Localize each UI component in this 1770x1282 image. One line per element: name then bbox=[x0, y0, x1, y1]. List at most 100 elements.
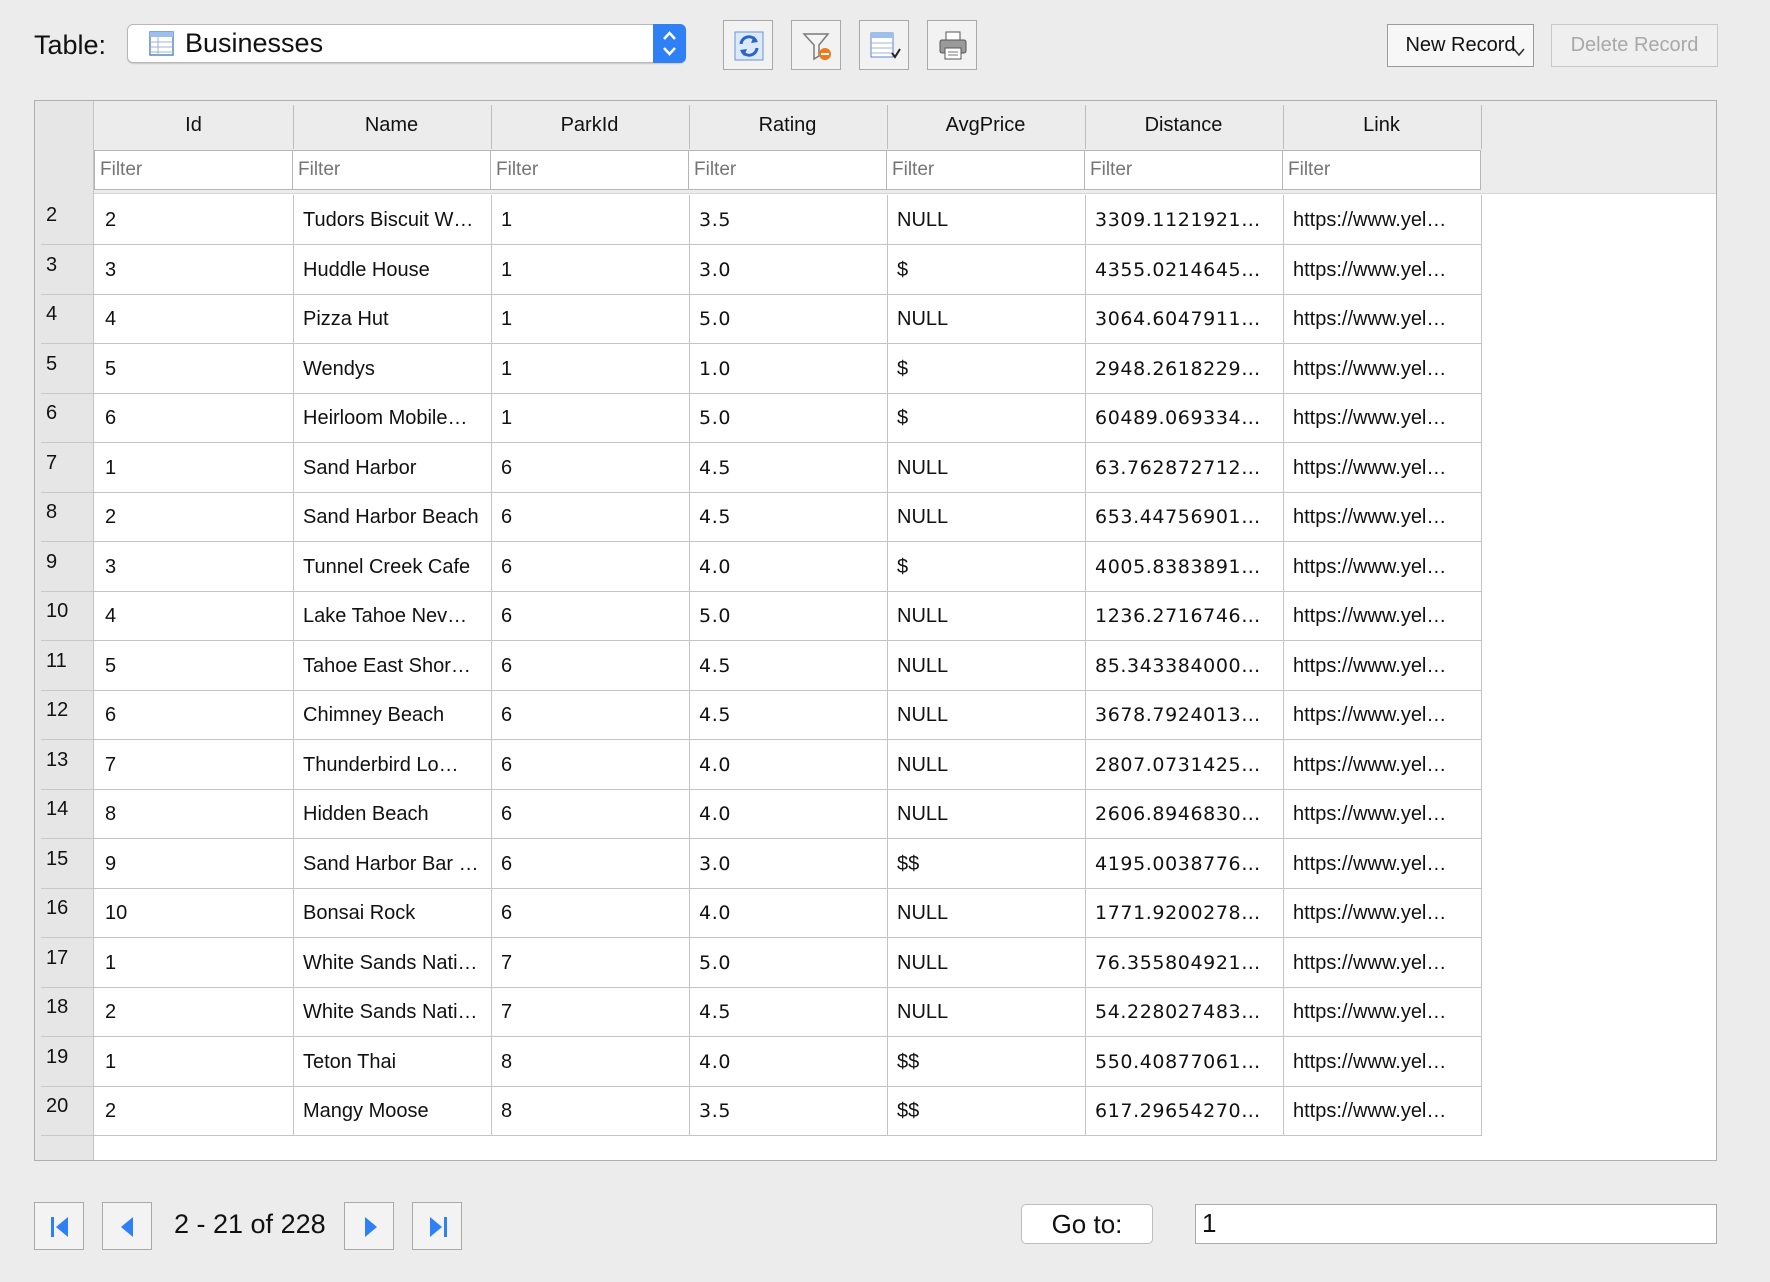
cell-name[interactable]: Tudors Biscuit W… bbox=[292, 195, 492, 245]
cell-park-id[interactable]: 6 bbox=[490, 492, 690, 542]
cell-avg-price[interactable]: NULL bbox=[886, 640, 1086, 691]
cell-link[interactable]: https://www.yel… bbox=[1282, 739, 1482, 790]
table-row[interactable]: 18 2 White Sands Nati… 7 4.5 NULL 54.228027483… bbox=[35, 987, 1716, 1037]
cell-avg-price[interactable]: NULL bbox=[886, 195, 1086, 245]
cell-rating[interactable]: 5.0 bbox=[688, 393, 888, 443]
cell-link[interactable]: https://www.yel… bbox=[1282, 640, 1482, 691]
cell-park-id[interactable]: 8 bbox=[490, 1036, 690, 1087]
cell-avg-price[interactable]: NULL bbox=[886, 987, 1086, 1037]
cell-name[interactable]: Bonsai Rock bbox=[292, 888, 492, 938]
cell-link[interactable]: https://www.yel… bbox=[1282, 1086, 1482, 1136]
cell-link[interactable]: https://www.yel… bbox=[1282, 195, 1482, 245]
cell-distance[interactable]: 617.29654270… bbox=[1084, 1086, 1284, 1136]
cell-distance[interactable]: 63.762872712… bbox=[1084, 442, 1284, 493]
cell-rating[interactable]: 4.0 bbox=[688, 789, 888, 839]
cell-rating[interactable]: 5.0 bbox=[688, 937, 888, 988]
column-header-avg-price[interactable]: AvgPrice bbox=[886, 105, 1086, 149]
cell-distance[interactable]: 3064.6047911… bbox=[1084, 294, 1284, 344]
cell-avg-price[interactable]: NULL bbox=[886, 739, 1086, 790]
select-stepper-icon[interactable] bbox=[653, 24, 686, 63]
table-row[interactable]: 16 10 Bonsai Rock 6 4.0 NULL 1771.9200278… http… bbox=[35, 888, 1716, 938]
cell-name[interactable]: White Sands Nati… bbox=[292, 987, 492, 1037]
cell-rating[interactable]: 4.5 bbox=[688, 492, 888, 542]
filter-input-rating[interactable] bbox=[688, 150, 887, 190]
table-row[interactable]: 7 1 Sand Harbor 6 4.5 NULL 63.762872712… https:… bbox=[35, 442, 1716, 493]
cell-link[interactable]: https://www.yel… bbox=[1282, 442, 1482, 493]
cell-name[interactable]: Teton Thai bbox=[292, 1036, 492, 1087]
cell-id[interactable]: 9 bbox=[94, 838, 294, 889]
cell-park-id[interactable]: 7 bbox=[490, 987, 690, 1037]
table-row[interactable]: 19 1 Teton Thai 8 4.0 $$ 550.40877061… https://… bbox=[35, 1036, 1716, 1087]
table-row[interactable]: 2 2 Tudors Biscuit W… 1 3.5 NULL 3309.1121921…… bbox=[35, 195, 1716, 245]
cell-park-id[interactable]: 1 bbox=[490, 393, 690, 443]
cell-id[interactable]: 1 bbox=[94, 937, 294, 988]
cell-id[interactable]: 2 bbox=[94, 1086, 294, 1136]
cell-id[interactable]: 6 bbox=[94, 690, 294, 740]
cell-name[interactable]: Thunderbird Lo… bbox=[292, 739, 492, 790]
cell-distance[interactable]: 4005.8383891… bbox=[1084, 541, 1284, 592]
column-header-rating[interactable]: Rating bbox=[688, 105, 888, 149]
table-select[interactable]: Businesses bbox=[127, 24, 686, 63]
cell-park-id[interactable]: 6 bbox=[490, 888, 690, 938]
cell-avg-price[interactable]: NULL bbox=[886, 690, 1086, 740]
cell-avg-price[interactable]: NULL bbox=[886, 492, 1086, 542]
cell-id[interactable]: 10 bbox=[94, 888, 294, 938]
cell-link[interactable]: https://www.yel… bbox=[1282, 294, 1482, 344]
cell-rating[interactable]: 4.5 bbox=[688, 442, 888, 493]
cell-distance[interactable]: 653.44756901… bbox=[1084, 492, 1284, 542]
cell-name[interactable]: Sand Harbor Bar … bbox=[292, 838, 492, 889]
cell-park-id[interactable]: 8 bbox=[490, 1086, 690, 1136]
previous-page-button[interactable] bbox=[102, 1202, 152, 1250]
cell-id[interactable]: 1 bbox=[94, 442, 294, 493]
cell-name[interactable]: White Sands Nati… bbox=[292, 937, 492, 988]
cell-rating[interactable]: 5.0 bbox=[688, 294, 888, 344]
filter-input-avg-price[interactable] bbox=[886, 150, 1085, 190]
cell-distance[interactable]: 2948.2618229… bbox=[1084, 343, 1284, 394]
column-header-distance[interactable]: Distance bbox=[1084, 105, 1284, 149]
cell-rating[interactable]: 4.0 bbox=[688, 1036, 888, 1087]
column-header-name[interactable]: Name bbox=[292, 105, 492, 149]
cell-distance[interactable]: 76.355804921… bbox=[1084, 937, 1284, 988]
cell-rating[interactable]: 3.5 bbox=[688, 195, 888, 245]
cell-id[interactable]: 7 bbox=[94, 739, 294, 790]
cell-avg-price[interactable]: $$ bbox=[886, 838, 1086, 889]
cell-distance[interactable]: 4355.0214645… bbox=[1084, 244, 1284, 295]
cell-rating[interactable]: 3.0 bbox=[688, 244, 888, 295]
cell-id[interactable]: 5 bbox=[94, 343, 294, 394]
first-page-button[interactable] bbox=[34, 1202, 84, 1250]
cell-link[interactable]: https://www.yel… bbox=[1282, 888, 1482, 938]
cell-rating[interactable]: 3.0 bbox=[688, 838, 888, 889]
filter-input-park-id[interactable] bbox=[490, 150, 689, 190]
cell-avg-price[interactable]: NULL bbox=[886, 789, 1086, 839]
cell-id[interactable]: 6 bbox=[94, 393, 294, 443]
column-header-park-id[interactable]: ParkId bbox=[490, 105, 690, 149]
cell-id[interactable]: 4 bbox=[94, 591, 294, 641]
cell-name[interactable]: Hidden Beach bbox=[292, 789, 492, 839]
cell-distance[interactable]: 1236.2716746… bbox=[1084, 591, 1284, 641]
clear-filter-button[interactable] bbox=[791, 20, 841, 70]
cell-name[interactable]: Tunnel Creek Cafe bbox=[292, 541, 492, 592]
cell-park-id[interactable]: 1 bbox=[490, 343, 690, 394]
cell-rating[interactable]: 3.5 bbox=[688, 1086, 888, 1136]
data-grid[interactable]: IdNameParkIdRatingAvgPriceDistanceLink 2… bbox=[34, 100, 1717, 1161]
cell-id[interactable]: 2 bbox=[94, 492, 294, 542]
cell-name[interactable]: Heirloom Mobile… bbox=[292, 393, 492, 443]
cell-link[interactable]: https://www.yel… bbox=[1282, 591, 1482, 641]
cell-id[interactable]: 2 bbox=[94, 195, 294, 245]
cell-distance[interactable]: 4195.0038776… bbox=[1084, 838, 1284, 889]
cell-distance[interactable]: 1771.9200278… bbox=[1084, 888, 1284, 938]
cell-name[interactable]: Sand Harbor bbox=[292, 442, 492, 493]
table-row[interactable]: 4 4 Pizza Hut 1 5.0 NULL 3064.6047911… https://… bbox=[35, 294, 1716, 344]
column-header-id[interactable]: Id bbox=[94, 105, 294, 149]
cell-link[interactable]: https://www.yel… bbox=[1282, 492, 1482, 542]
cell-link[interactable]: https://www.yel… bbox=[1282, 541, 1482, 592]
cell-distance[interactable]: 2807.0731425… bbox=[1084, 739, 1284, 790]
cell-distance[interactable]: 60489.069334… bbox=[1084, 393, 1284, 443]
cell-avg-price[interactable]: NULL bbox=[886, 294, 1086, 344]
cell-avg-price[interactable]: $$ bbox=[886, 1086, 1086, 1136]
goto-button[interactable]: Go to: bbox=[1021, 1204, 1153, 1244]
cell-rating[interactable]: 4.0 bbox=[688, 541, 888, 592]
table-row[interactable]: 10 4 Lake Tahoe Nev… 6 5.0 NULL 1236.2716746… h… bbox=[35, 591, 1716, 641]
cell-avg-price[interactable]: $ bbox=[886, 393, 1086, 443]
table-row[interactable]: 20 2 Mangy Moose 8 3.5 $$ 617.29654270… https:/… bbox=[35, 1086, 1716, 1136]
